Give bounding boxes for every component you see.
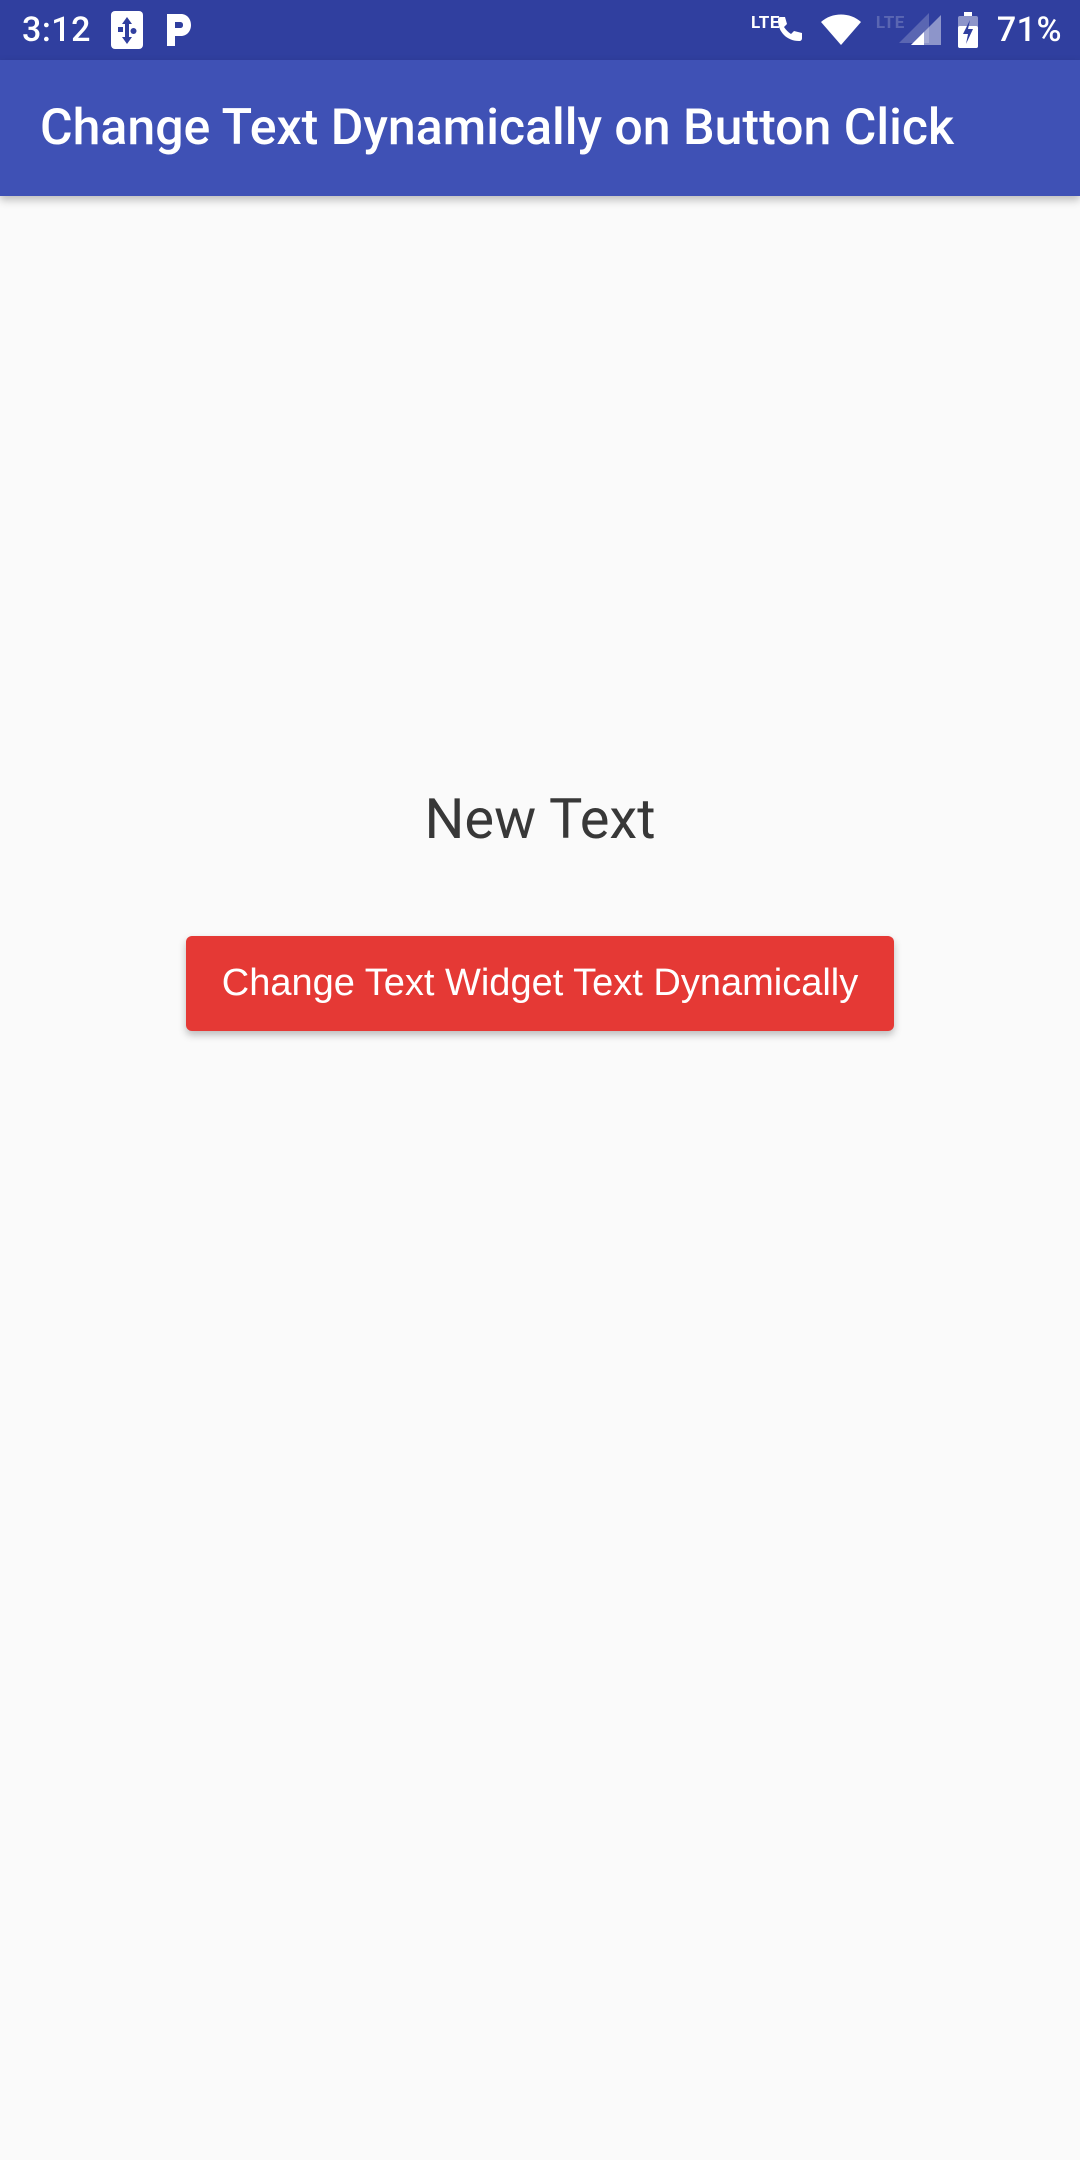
status-right: LTE LTE <box>751 10 1062 50</box>
usb-icon <box>111 11 143 49</box>
status-time: 3:12 <box>22 10 91 50</box>
volte-icon: LTE <box>751 13 806 47</box>
status-bar: 3:12 LTE LTE <box>0 0 1080 60</box>
parking-icon <box>163 12 193 48</box>
battery-charging-icon <box>957 12 979 48</box>
battery-percentage: 71% <box>997 10 1062 50</box>
app-bar-title: Change Text Dynamically on Button Click <box>40 99 1040 157</box>
cell-signal-dim-icon: LTE <box>876 13 929 47</box>
status-left: 3:12 <box>22 10 193 50</box>
change-text-button[interactable]: Change Text Widget Text Dynamically <box>186 936 894 1031</box>
wifi-icon <box>820 14 862 46</box>
dynamic-text-label: New Text <box>424 786 655 852</box>
body-area: New Text Change Text Widget Text Dynamic… <box>0 196 1080 2160</box>
app-bar: Change Text Dynamically on Button Click <box>0 60 1080 196</box>
